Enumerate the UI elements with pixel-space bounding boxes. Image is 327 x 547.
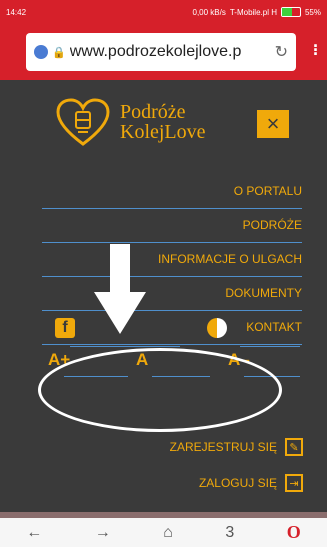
browser-toolbar: 🔒 www.podrozekolejlove.p ↻ · · ·: [0, 24, 327, 80]
nav-item-podroze[interactable]: PODRÓŻE: [42, 209, 302, 243]
login-label: ZALOGUJ SIĘ: [198, 476, 277, 490]
nav-item-dokumenty[interactable]: DOKUMENTY: [42, 277, 302, 311]
contrast-icon[interactable]: [207, 318, 227, 338]
logo-line1: Podróże: [120, 101, 186, 123]
nav-item-o-portalu[interactable]: O PORTALU: [42, 175, 302, 209]
register-icon: ✎: [285, 438, 303, 456]
opera-menu-icon[interactable]: O: [287, 522, 301, 543]
back-icon[interactable]: ←: [26, 524, 42, 542]
logo-text: Podróże KolejLove: [120, 102, 206, 142]
close-menu-button[interactable]: ×: [257, 110, 289, 138]
reload-icon[interactable]: ↻: [275, 42, 288, 62]
login-icon: ⇥: [285, 474, 303, 492]
register-label: ZAREJESTRUJ SIĘ: [169, 440, 277, 454]
heart-logo-icon: [56, 98, 110, 146]
logo-line2: KolejLove: [120, 121, 206, 143]
nav-item-informacje-o-ulgach[interactable]: INFORMACJE O ULGACH: [42, 243, 302, 277]
facebook-icon[interactable]: f: [55, 318, 75, 338]
battery-percent: 55%: [304, 7, 321, 17]
tabs-icon[interactable]: 3: [225, 524, 234, 542]
register-link[interactable]: ZAREJESTRUJ SIĘ ✎: [170, 438, 303, 456]
browser-bottom-bar: ← → ⌂ 3 O: [0, 518, 327, 547]
login-link[interactable]: ZALOGUJ SIĘ ⇥: [199, 474, 303, 492]
site-speed-icon: [34, 45, 48, 59]
forward-icon[interactable]: →: [95, 524, 111, 542]
url-field[interactable]: 🔒 www.podrozekolejlove.p ↻: [26, 33, 296, 71]
arrow-down-icon: [94, 244, 146, 334]
battery-icon: [280, 7, 301, 17]
home-icon[interactable]: ⌂: [163, 524, 173, 542]
overflow-menu-icon[interactable]: · · ·: [311, 37, 321, 63]
close-icon: ×: [266, 111, 280, 136]
network-speed: 0,00 kB/s: [192, 7, 226, 17]
logo[interactable]: Podróże KolejLove: [54, 92, 264, 152]
time: 14:42: [6, 7, 27, 17]
status-right: 0,00 kB/s T-Mobile.pl H 55%: [192, 7, 321, 17]
nav-item-kontakt[interactable]: KONTAKT: [42, 311, 302, 345]
divider: [70, 346, 180, 347]
lock-icon: 🔒: [52, 46, 66, 59]
url-text: www.podrozekolejlove.p: [69, 43, 242, 60]
status-bar: 14:42 0,00 kB/s T-Mobile.pl H 55%: [0, 0, 327, 24]
highlight-ellipse: [38, 348, 282, 432]
divider: [240, 346, 300, 347]
main-nav: O PORTALU PODRÓŻE INFORMACJE O ULGACH DO…: [42, 175, 302, 345]
carrier: T-Mobile.pl H: [229, 7, 277, 17]
